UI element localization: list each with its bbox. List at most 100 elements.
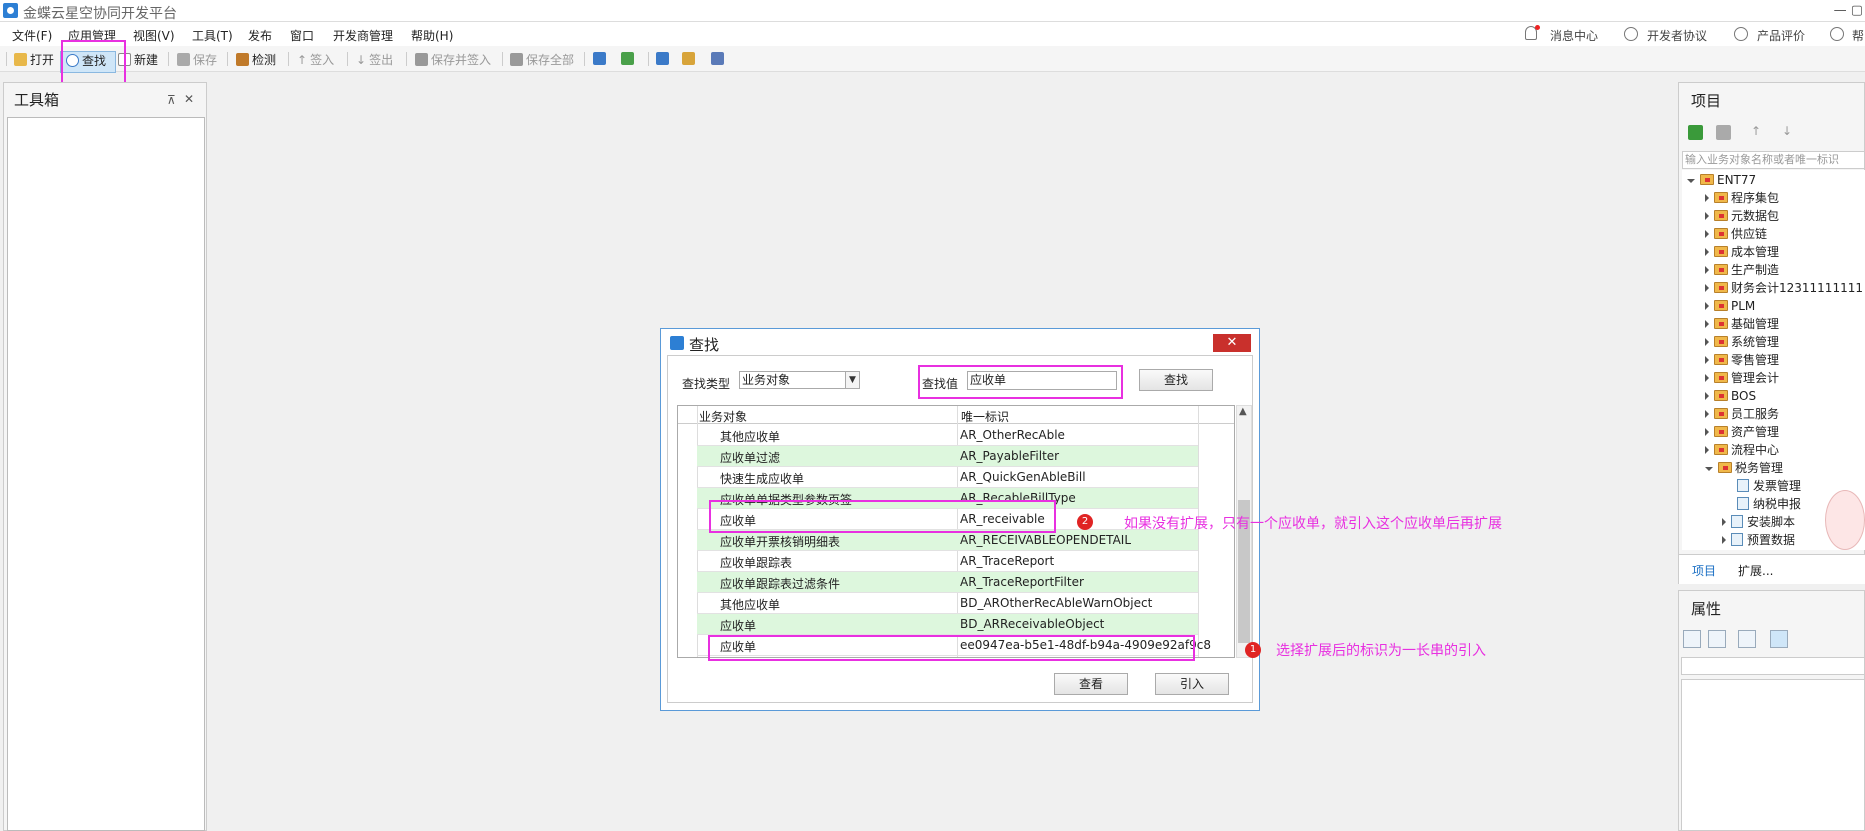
folder-icon: [1714, 408, 1728, 419]
tree-node[interactable]: BOS: [1705, 387, 1756, 404]
tree-node[interactable]: 资产管理: [1705, 423, 1779, 440]
toolbar-separator: [168, 52, 169, 66]
collapse-icon: [1705, 355, 1709, 364]
save-checkin-button[interactable]: 保存并签入: [415, 51, 491, 68]
save-all-button[interactable]: 保存全部: [510, 51, 574, 68]
refresh-icon[interactable]: [1688, 125, 1703, 140]
folder-icon: [1714, 228, 1728, 239]
column-header-unique-id[interactable]: 唯一标识: [961, 408, 1009, 425]
dialog-close-button[interactable]: ✕: [1213, 334, 1251, 352]
toolbox-title: 工具箱: [14, 91, 60, 109]
menu-view[interactable]: 视图(V): [133, 27, 175, 44]
events-icon[interactable]: [1738, 630, 1756, 648]
close-icon[interactable]: ✕: [184, 92, 194, 106]
copy-icon[interactable]: [1716, 125, 1731, 140]
tree-node[interactable]: 系统管理: [1705, 333, 1779, 350]
folder-icon: [1714, 300, 1728, 311]
move-down-icon[interactable]: ↓: [1782, 124, 1792, 138]
tree-node[interactable]: 程序集包: [1705, 189, 1779, 206]
data-icon: [1731, 533, 1743, 546]
menu-bar: 文件(F) 应用管理 视图(V) 工具(T) 发布 窗口 开发商管理 帮助(H)…: [0, 22, 1865, 46]
tree-node[interactable]: 安装脚本: [1722, 513, 1795, 530]
table-row[interactable]: 快速生成应收单 AR_QuickGenAbleBill: [697, 467, 1198, 488]
tree-node[interactable]: 基础管理: [1705, 315, 1779, 332]
tree-node[interactable]: 管理会计: [1705, 369, 1779, 386]
sort-category-icon[interactable]: [1683, 630, 1701, 648]
column-header-business-object[interactable]: 业务对象: [699, 408, 747, 425]
tree-node[interactable]: 员工服务: [1705, 405, 1779, 422]
move-up-icon[interactable]: ↑: [1751, 124, 1761, 138]
collapse-icon: [1705, 391, 1709, 400]
dialog-logo-icon: [670, 336, 684, 350]
menu-file[interactable]: 文件(F): [12, 27, 52, 44]
tree-node[interactable]: 生产制造: [1705, 261, 1779, 278]
folder-icon: [1714, 246, 1728, 257]
toolbar-separator: [502, 52, 503, 66]
tree-node[interactable]: 零售管理: [1705, 351, 1779, 368]
folder-icon: [1714, 390, 1728, 401]
tree-leaf[interactable]: 发票管理: [1737, 477, 1801, 494]
tree-node[interactable]: 预置数据: [1722, 531, 1795, 548]
tree-node-root[interactable]: ENT77: [1687, 171, 1756, 188]
menu-window[interactable]: 窗口: [290, 27, 314, 44]
tools-icon[interactable]: [682, 52, 695, 65]
tree-node[interactable]: 财务会计12311111111: [1705, 279, 1863, 296]
developer-agreement-link[interactable]: 开发者协议: [1647, 27, 1707, 44]
tree-node[interactable]: 流程中心: [1705, 441, 1779, 458]
help-link[interactable]: 帮: [1852, 27, 1864, 44]
layout-icon[interactable]: [593, 52, 606, 65]
toolbar-separator: [288, 52, 289, 66]
tree-node[interactable]: 税务管理: [1705, 459, 1783, 476]
tree-node[interactable]: PLM: [1705, 297, 1755, 314]
view-button[interactable]: 查看: [1054, 673, 1128, 695]
table-row[interactable]: 应收单过滤 AR_PayableFilter: [697, 446, 1198, 467]
checkin-button[interactable]: ↑ 签入: [297, 51, 334, 68]
find-value-annotation-box: [918, 365, 1123, 399]
menu-tools[interactable]: 工具(T): [192, 27, 233, 44]
property-selector[interactable]: [1681, 657, 1865, 675]
export-icon[interactable]: [711, 52, 724, 65]
scroll-up-icon[interactable]: ▲: [1239, 406, 1247, 417]
tree-node[interactable]: 成本管理: [1705, 243, 1779, 260]
tab-extension[interactable]: 扩展...: [1738, 562, 1773, 579]
table-row[interactable]: 应收单 BD_ARReceivableObject: [697, 614, 1198, 635]
collapse-icon: [1705, 301, 1709, 310]
cell-id: AR_PayableFilter: [960, 449, 1060, 463]
import-button[interactable]: 引入: [1155, 673, 1229, 695]
table-row[interactable]: 其他应收单 AR_OtherRecAble: [697, 425, 1198, 446]
checkout-button[interactable]: ↓ 签出: [356, 51, 393, 68]
dialog-find-button[interactable]: 查找: [1139, 369, 1213, 391]
tree-node[interactable]: 元数据包: [1705, 207, 1779, 224]
table-row[interactable]: 应收单开票核销明细表 AR_RECEIVABLEOPENDETAIL: [697, 530, 1198, 551]
find-type-select[interactable]: 业务对象: [739, 371, 860, 389]
layout-add-icon[interactable]: [621, 52, 634, 65]
window-controls[interactable]: — ▢: [1834, 3, 1863, 18]
collapse-icon: [1705, 265, 1709, 274]
table-row[interactable]: 其他应收单 BD_AROtherRecAbleWarnObject: [697, 593, 1198, 614]
folder-icon: [1714, 282, 1728, 293]
property-pages-icon[interactable]: [1770, 630, 1788, 648]
tree-node[interactable]: 供应链: [1705, 225, 1767, 242]
tab-project[interactable]: 项目: [1692, 562, 1716, 579]
menu-developer[interactable]: 开发商管理: [333, 27, 393, 44]
sort-alpha-icon[interactable]: [1708, 630, 1726, 648]
toolbar-separator: [648, 52, 649, 66]
project-search-input[interactable]: 输入业务对象名称或者唯一标识: [1682, 151, 1865, 169]
tree-leaf[interactable]: 纳税申报: [1737, 495, 1801, 512]
save-button[interactable]: 保存: [177, 51, 217, 68]
form-icon[interactable]: [656, 52, 669, 65]
check-button[interactable]: 检测: [236, 51, 276, 68]
folder-icon: [1714, 354, 1728, 365]
table-row[interactable]: 应收单跟踪表过滤条件 AR_TraceReportFilter: [697, 572, 1198, 593]
message-center-link[interactable]: 消息中心: [1550, 27, 1598, 44]
chevron-down-icon[interactable]: ▼: [845, 372, 859, 388]
open-button[interactable]: 打开: [14, 51, 54, 68]
product-review-link[interactable]: 产品评价: [1757, 27, 1805, 44]
table-row[interactable]: 应收单跟踪表 AR_TraceReport: [697, 551, 1198, 572]
pin-icon[interactable]: ⊼: [167, 93, 176, 107]
menu-help[interactable]: 帮助(H): [411, 27, 453, 44]
page-icon: [1737, 497, 1749, 510]
check-icon: [236, 53, 249, 66]
menu-publish[interactable]: 发布: [248, 27, 272, 44]
notification-dot: [1535, 25, 1540, 30]
